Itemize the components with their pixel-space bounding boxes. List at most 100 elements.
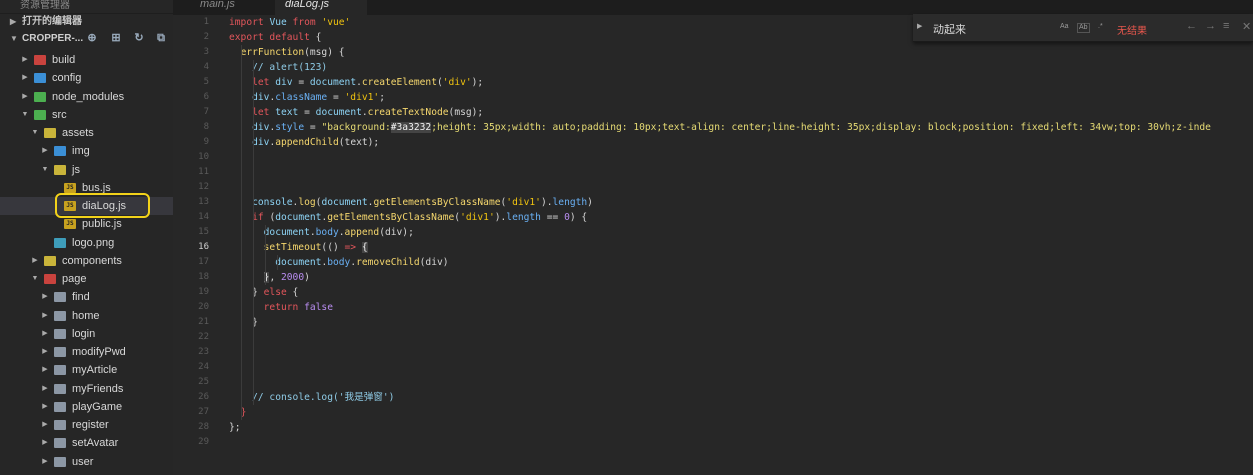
code-token: else (263, 287, 293, 298)
find-in-selection-icon[interactable]: ≡ (1223, 20, 1229, 32)
folder-icon (54, 420, 66, 430)
line-number: 9 (203, 137, 209, 147)
tree-item-public-js[interactable]: JS public.js (0, 215, 173, 233)
tree-item-login[interactable]: ▶ login (0, 325, 173, 343)
chevron-right-icon[interactable]: ▶ (40, 380, 50, 398)
chevron-down-icon[interactable]: ▼ (30, 270, 40, 288)
code-token: createElement (361, 77, 437, 88)
chevron-right-icon[interactable]: ▶ (30, 252, 40, 270)
tree-item-node-modules[interactable]: ▶ node_modules (0, 88, 173, 106)
tree-item-img[interactable]: ▶ img (0, 142, 173, 160)
tree-item-label: myArticle (72, 364, 118, 377)
tree-item-home[interactable]: ▶ home (0, 307, 173, 325)
tree-item-config[interactable]: ▶ config (0, 69, 173, 87)
code-line: let text = document.createTextNode(msg); (229, 105, 483, 120)
line-number: 6 (203, 92, 209, 102)
code-line: div.appendChild(text); (229, 135, 379, 150)
tree-item-label: home (72, 309, 100, 322)
chevron-right-icon[interactable]: ▶ (40, 325, 50, 343)
tab-main-js[interactable]: main.js (190, 0, 262, 15)
folder-icon (44, 128, 56, 138)
js-file-icon: JS (64, 219, 76, 230)
collapse-all-icon[interactable]: ⧉ (155, 32, 167, 44)
chevron-down-icon[interactable]: ▼ (40, 161, 50, 179)
find-input[interactable]: 动起来 (933, 21, 966, 37)
chevron-right-icon[interactable]: ▶ (20, 51, 30, 69)
code-token: from (292, 17, 322, 28)
match-case-icon[interactable]: Aa (1059, 23, 1070, 31)
tree-item-assets[interactable]: ▼ assets (0, 124, 173, 142)
chevron-right-icon[interactable]: ▶ (40, 434, 50, 452)
folder-icon (54, 310, 66, 321)
code-token: ). (494, 212, 507, 223)
code-token: ). (540, 197, 553, 208)
tab-bar: main.js diaLog.js (173, 0, 1253, 15)
tree-item-logo-png[interactable]: logo.png (0, 234, 173, 252)
new-file-icon[interactable]: ⊕ (86, 32, 98, 44)
chevron-right-icon[interactable]: ▶ (40, 142, 50, 160)
tab-dialog-js[interactable]: diaLog.js (275, 0, 367, 15)
new-folder-icon[interactable]: ⊞ (110, 32, 122, 44)
tree-item-components[interactable]: ▶ components (0, 252, 173, 270)
folder-icon (54, 347, 66, 357)
tree-item-page[interactable]: ▼ page (0, 270, 173, 288)
code-token: 2000 (281, 272, 305, 283)
line-number: 21 (198, 317, 209, 327)
tree-item-dialog-js[interactable]: JS diaLog.js (0, 197, 173, 215)
tree-item-find[interactable]: ▶ find (0, 288, 173, 306)
tree-item-myarticle[interactable]: ▶ myArticle (0, 361, 173, 379)
line-number: 25 (198, 377, 209, 387)
tree-item-register[interactable]: ▶ register (0, 416, 173, 434)
code-token: getElementsByClassName (373, 197, 501, 208)
chevron-right-icon[interactable]: ▶ (20, 88, 30, 106)
tree-item-modifypwd[interactable]: ▶ modifyPwd (0, 343, 173, 361)
image-file-icon (54, 237, 66, 248)
code-token: return (263, 302, 305, 313)
previous-match-icon[interactable]: ← (1186, 20, 1197, 32)
chevron-right-icon[interactable]: ▶ (40, 288, 50, 306)
code-token: false (304, 302, 333, 313)
code-token: = (327, 92, 345, 103)
code-editor[interactable]: import Vue from 'vue' export default { er… (229, 15, 1253, 475)
code-token: className (275, 92, 328, 103)
code-line: // alert(123) (229, 60, 327, 75)
tree-item-user[interactable]: ▶ user (0, 453, 173, 471)
tree-item-bus-js[interactable]: JS bus.js (0, 179, 173, 197)
tree-item-js[interactable]: ▼ js (0, 161, 173, 179)
project-root[interactable]: ▼ CROPPER-... ⊕ ⊞ ↻ ⧉ (0, 29, 173, 49)
chevron-right-icon[interactable]: ▶ (40, 453, 50, 471)
chevron-right-icon[interactable]: ▶ (40, 307, 50, 325)
match-word-icon[interactable]: Ab (1077, 23, 1090, 33)
open-editors-section[interactable]: ▶ 打开的编辑器 (0, 14, 173, 29)
close-icon[interactable]: ✕ (1242, 20, 1251, 33)
code-token: => (344, 242, 362, 253)
line-number: 12 (198, 182, 209, 192)
open-editors-label: 打开的编辑器 (22, 16, 82, 27)
code-token: (div); (379, 227, 414, 238)
code-token: div (275, 77, 299, 88)
chevron-right-icon: ▶ (10, 17, 17, 26)
next-match-icon[interactable]: → (1205, 20, 1216, 32)
refresh-icon[interactable]: ↻ (133, 32, 145, 44)
code-token: ) { (569, 212, 588, 223)
tree-item-label: img (72, 145, 90, 158)
tree-item-setavatar[interactable]: ▶ setAvatar (0, 434, 173, 452)
chevron-right-icon[interactable]: ▶ (40, 343, 50, 361)
code-token: document (321, 197, 368, 208)
tree-item-src[interactable]: ▼ src (0, 106, 173, 124)
code-line: if (document.getElementsByClassName('div… (229, 210, 587, 225)
code-line: document.body.removeChild(div) (229, 255, 448, 270)
chevron-right-icon[interactable]: ▶ (40, 398, 50, 416)
tree-item-build[interactable]: ▶ build (0, 51, 173, 69)
tree-item-myfriends[interactable]: ▶ myFriends (0, 380, 173, 398)
code-token: let (252, 107, 276, 118)
chevron-down-icon[interactable]: ▼ (20, 106, 30, 124)
code-line: import Vue from 'vue' (229, 15, 350, 30)
chevron-right-icon[interactable]: ▶ (40, 416, 50, 434)
chevron-right-icon[interactable]: ▶ (917, 22, 922, 30)
regex-icon[interactable]: .* (1097, 23, 1104, 31)
tree-item-playgame[interactable]: ▶ playGame (0, 398, 173, 416)
chevron-right-icon[interactable]: ▶ (40, 361, 50, 379)
chevron-right-icon[interactable]: ▶ (20, 69, 30, 87)
chevron-down-icon[interactable]: ▼ (30, 124, 40, 142)
